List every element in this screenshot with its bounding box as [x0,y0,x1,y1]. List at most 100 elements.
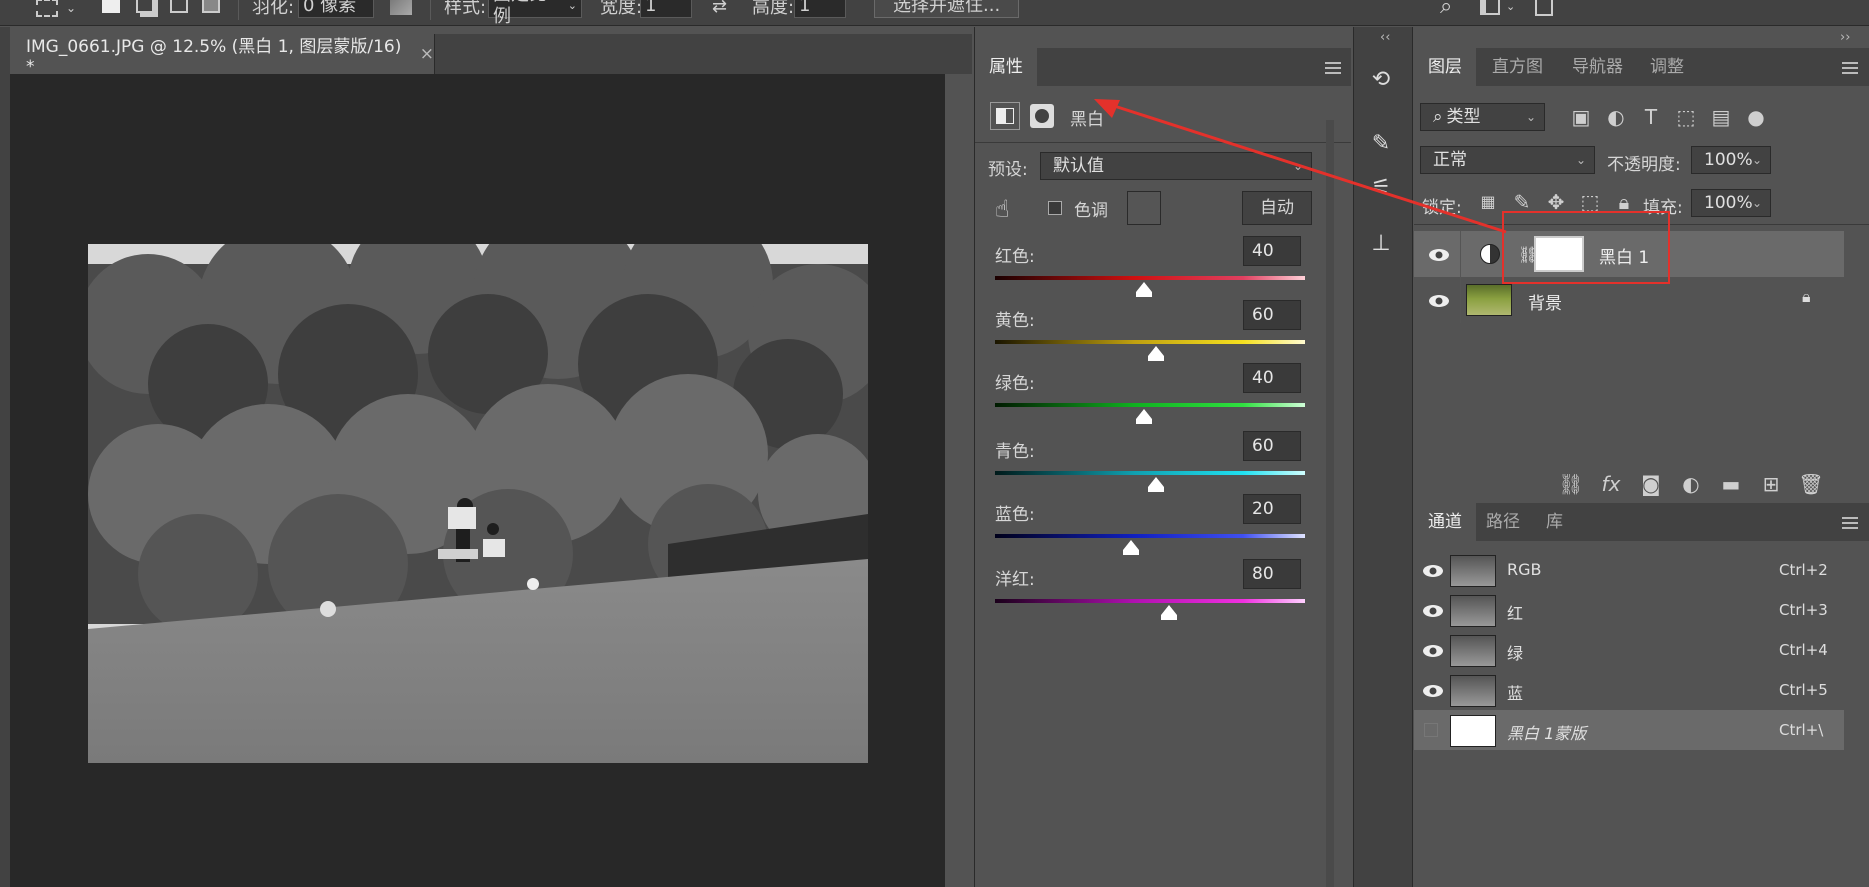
slider-value-input[interactable]: 60 [1243,300,1301,330]
slider-label: 绿色: [995,374,1035,394]
slider-track[interactable] [995,340,1305,344]
channels-menu-icon[interactable] [1842,517,1858,529]
slider-thumb[interactable] [1123,540,1140,555]
add-mask-icon[interactable]: ◙ [1637,470,1665,498]
fill-input[interactable]: 100% ⌄ [1691,189,1771,217]
tab-layers[interactable]: 图层 [1414,48,1476,86]
tab-properties[interactable]: 属性 [975,48,1037,86]
slider-thumb[interactable] [1160,605,1177,620]
adjustment-layer-icon[interactable] [990,102,1020,130]
slider-thumb[interactable] [1135,409,1152,424]
swap-icon[interactable]: ⇄ [712,0,727,18]
tab-channels[interactable]: 通道 [1414,503,1476,541]
filter-smart-object-icon[interactable]: ▤ [1707,103,1735,131]
channel-shortcut: Ctrl+3 [1779,601,1828,619]
filter-toggle-icon[interactable]: ● [1742,103,1770,131]
filter-adjustment-icon[interactable]: ◐ [1602,103,1630,131]
share-icon[interactable] [1535,0,1553,18]
filter-type-icon[interactable]: T [1637,103,1665,131]
slider-track[interactable] [995,403,1305,407]
slider-label: 红色: [995,247,1035,267]
new-selection-icon[interactable] [102,0,120,16]
slider-thumb[interactable] [1148,477,1165,492]
visibility-eye-icon[interactable] [1422,563,1444,577]
tab-paths[interactable]: 路径 [1472,503,1534,541]
width-input[interactable]: 1 [640,0,692,18]
document-image[interactable] [88,244,868,763]
adjustment-layer-icon [1480,244,1500,264]
visibility-eye-icon[interactable] [1422,643,1444,657]
document-tab-title: IMG_0661.JPG @ 12.5% (黑白 1, 图层蒙版/16) * [26,36,402,77]
slider-label: 青色: [995,442,1035,462]
new-layer-icon[interactable]: ⊞ [1757,470,1785,498]
channel-thumbnail [1450,595,1496,627]
slider-value-input[interactable]: 40 [1243,236,1301,266]
channel-name: 蓝 [1507,684,1524,703]
channel-row[interactable]: RGB Ctrl+2 [1414,550,1844,590]
slider-track[interactable] [995,534,1305,538]
slider-track[interactable] [995,276,1305,280]
delete-icon[interactable]: 🗑︎ [1797,470,1825,498]
slider-thumb[interactable] [1135,282,1152,297]
slider-value-input[interactable]: 40 [1243,363,1301,393]
layers-panel-header: 图层 直方图 导航器 调整 [1414,48,1869,86]
channel-name: RGB [1507,560,1542,579]
slider-value-input[interactable]: 20 [1243,494,1301,524]
visibility-box[interactable] [1424,723,1438,737]
tab-histogram[interactable]: 直方图 [1478,48,1557,86]
visibility-eye-icon[interactable] [1428,293,1450,307]
channel-row[interactable]: 绿 Ctrl+4 [1414,630,1844,670]
channel-shortcut: Ctrl+\ [1779,721,1824,739]
slider-track[interactable] [995,471,1305,475]
channel-row[interactable]: 蓝 Ctrl+5 [1414,670,1844,710]
slider-value-input[interactable]: 80 [1243,559,1301,589]
filter-pixel-icon[interactable]: ▣ [1567,103,1595,131]
style-select[interactable]: 固定比例⌄ [488,0,582,27]
panel-menu-icon[interactable] [1325,62,1341,74]
link-layers-icon[interactable]: ⛓ [1557,470,1585,498]
expand-arrows-icon[interactable]: ‹‹ [1380,30,1390,45]
slider-track[interactable] [995,599,1305,603]
new-adjustment-icon[interactable]: ◐ [1677,470,1705,498]
fx-icon[interactable]: fx [1597,470,1625,498]
tab-navigator[interactable]: 导航器 [1558,48,1637,86]
visibility-eye-icon[interactable] [1422,603,1444,617]
height-input[interactable]: 1 [794,0,846,18]
document-tab[interactable]: IMG_0661.JPG @ 12.5% (黑白 1, 图层蒙版/16) * × [10,34,435,77]
layers-menu-icon[interactable] [1842,62,1858,74]
close-icon[interactable]: × [420,44,434,64]
style-label: 样式: [444,0,487,18]
tab-adjustments[interactable]: 调整 [1636,48,1698,86]
collapse-right-icon[interactable]: ›› [1840,30,1850,45]
tint-checkbox[interactable] [1048,201,1062,215]
marquee-tool-icon[interactable]: ⌄ [36,0,76,20]
subtract-selection-icon[interactable] [170,0,188,16]
tab-libraries[interactable]: 库 [1532,503,1577,541]
workspace-icon[interactable]: ⌄ [1480,0,1515,18]
slider-value-input[interactable]: 60 [1243,431,1301,461]
select-and-mask-button[interactable]: 选择并遮住... [874,0,1020,18]
channel-row[interactable]: 红 Ctrl+3 [1414,590,1844,630]
visibility-eye-icon[interactable] [1428,247,1450,261]
feather-input[interactable]: 0 像素 [298,0,374,18]
annotation-arrow [1094,99,1507,234]
anti-alias-icon[interactable] [390,0,412,18]
intersect-selection-icon[interactable] [202,0,220,16]
channel-shortcut: Ctrl+2 [1779,561,1828,579]
targeted-adjustment-hand-icon[interactable]: ☝ [995,195,1010,223]
add-selection-icon[interactable] [136,0,154,16]
visibility-eye-icon[interactable] [1422,683,1444,697]
properties-header: 属性 [975,48,1351,86]
lock-icon[interactable]: 🔒︎ [1802,287,1811,307]
left-tool-strip-edge [0,27,10,887]
new-group-icon[interactable]: ▬ [1717,470,1745,498]
search-icon[interactable]: ⌕ [1440,0,1452,19]
vertical-scrollbar[interactable] [945,74,972,887]
slider-thumb[interactable] [1148,346,1165,361]
opacity-input[interactable]: 100% ⌄ [1691,146,1771,174]
history-icon[interactable]: ⟲ [1367,66,1395,94]
annotation-highlight-box [1502,211,1670,284]
channel-row[interactable]: 黑白 1蒙版 Ctrl+\ [1414,710,1844,750]
layer-mask-icon[interactable] [1030,104,1054,128]
filter-shape-icon[interactable]: ⬚ [1672,103,1700,131]
